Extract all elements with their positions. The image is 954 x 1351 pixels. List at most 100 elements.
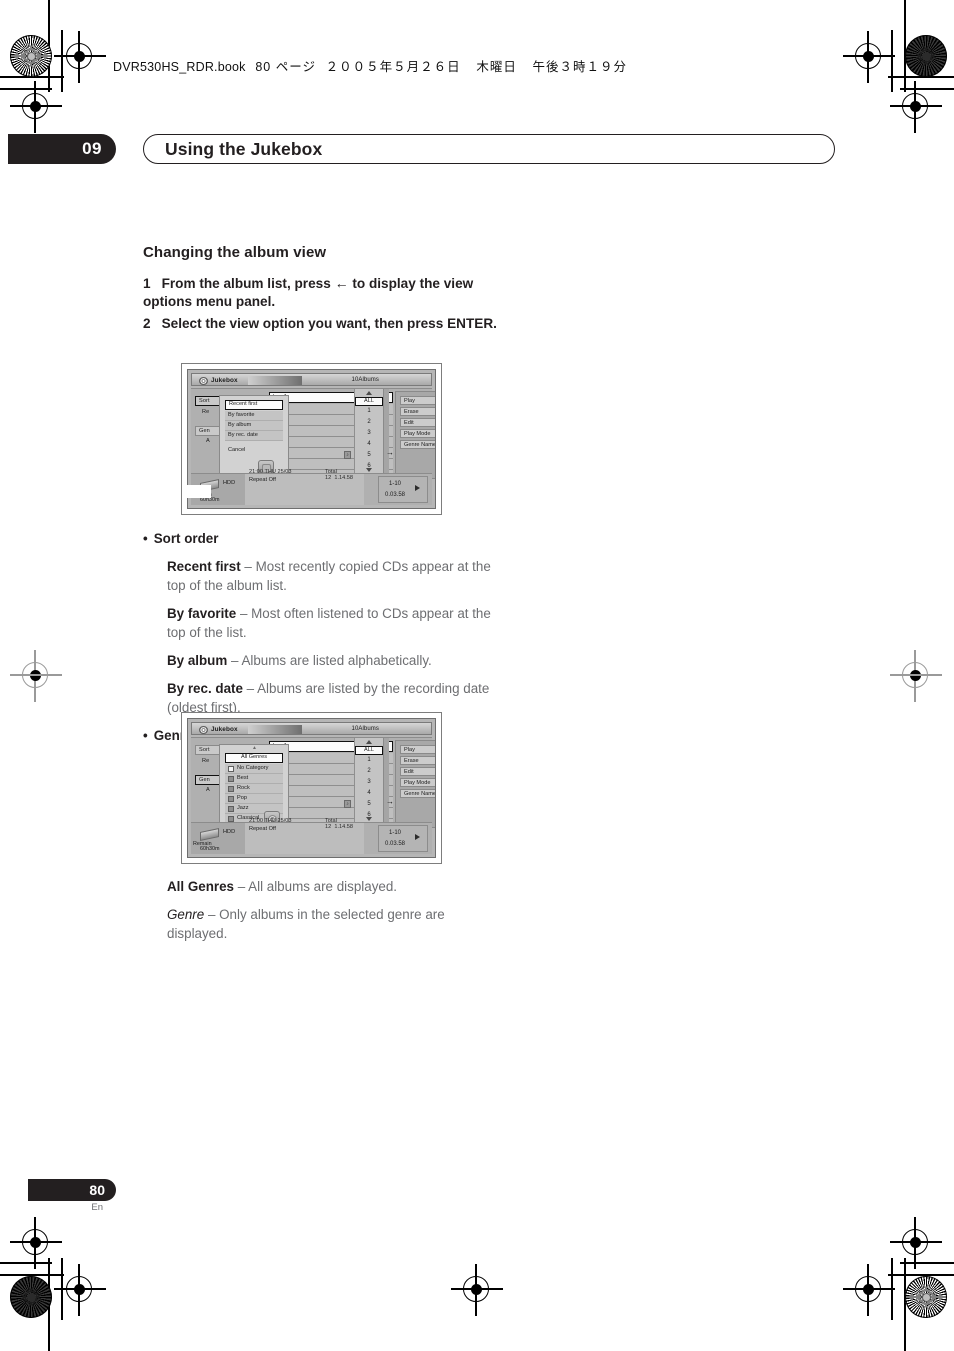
genre-label-no-category: No Category	[237, 765, 269, 771]
scroll-down-caret-icon-2[interactable]	[365, 817, 372, 821]
osd-left-label-sort[interactable]: Sort	[195, 396, 220, 406]
registration-target-tr-lower	[890, 81, 942, 133]
album-number[interactable]: 2	[355, 419, 383, 425]
option-play-mode[interactable]: Play Mode	[400, 429, 435, 438]
option-erase-2[interactable]: Erase	[400, 756, 435, 765]
album-number[interactable]: 2	[355, 768, 383, 774]
option-play-2[interactable]: Play	[400, 745, 435, 754]
section-heading: Changing the album view	[143, 244, 327, 261]
option-erase[interactable]: Erase	[400, 407, 435, 416]
starburst-mark-bottom-left	[10, 1276, 52, 1318]
running-head-page-ref: 80 ページ	[255, 60, 316, 74]
genre-menu-item-no-category[interactable]: No Category	[225, 764, 283, 774]
osd-repeat-status-2: Repeat Off	[249, 826, 276, 832]
osd-clock-2: 21:00 THU 25/03	[249, 818, 292, 824]
osd-title-label-1: Jukebox	[211, 376, 238, 384]
sort-menu-item-cancel[interactable]: Cancel	[225, 446, 283, 456]
genre-label-best: Best	[237, 775, 249, 781]
bullet-dot-icon-2: •	[143, 727, 148, 743]
step-1-number: 1	[143, 276, 151, 291]
page-number-badge: 80	[28, 1179, 116, 1201]
scroll-up-caret-icon-2[interactable]	[365, 740, 372, 744]
step-1: 1 From the album list, press ← to display…	[143, 274, 503, 312]
sort-menu-item-by-favorite[interactable]: By favorite	[225, 411, 283, 421]
album-number[interactable]: 3	[355, 430, 383, 436]
album-number-strip-2: ALL 1 2 3 4 5 6 7	[354, 738, 384, 829]
osd-status-bar-2: HDD Remain 60h30m 21:00 THU 25/03 Total …	[191, 818, 432, 854]
album-number-all-2[interactable]: ALL	[355, 746, 383, 755]
osd-left-label-all-2: A	[206, 787, 210, 793]
genre-swatch-pop	[228, 796, 234, 802]
osd-body-2: bum1 bum2 bum3 bum4 bum5 bum6 bum7 bum8 …	[191, 737, 435, 830]
registration-target-tl-lower	[10, 81, 62, 133]
osd-total-label-2: Total 12 1.14.58	[325, 818, 354, 830]
hdd-remain-value-2: 60h30m	[200, 846, 220, 852]
osd-track-indicator-2: 1-10 0.03.58	[378, 825, 428, 852]
osd-left-label-genre[interactable]: Gen	[195, 426, 220, 436]
term-genre: Genre	[167, 907, 205, 923]
album-number[interactable]: 4	[355, 441, 383, 447]
genre-label-jazz: Jazz	[237, 805, 249, 811]
osd-left-label-all: A	[206, 438, 210, 444]
list-scrollbar-1[interactable]	[383, 389, 389, 475]
osd-elapsed-time-2: 0.03.58	[385, 841, 406, 847]
list-scrollbar-2[interactable]	[383, 738, 389, 824]
sort-menu-item-by-rec-date[interactable]: By rec. date	[225, 431, 283, 441]
running-head-weekday: 木曜日	[476, 60, 517, 74]
album-number[interactable]: 4	[355, 790, 383, 796]
right-arrow-icon-2: →	[386, 797, 394, 806]
album-number[interactable]: 1	[355, 408, 383, 414]
step-1-text-a: From the album list, press	[161, 276, 331, 291]
scroll-up-caret-icon[interactable]	[365, 391, 372, 395]
osd-options-panel-2: Play Erase Edit Play Mode Genre Name	[395, 740, 435, 828]
genre-menu-item-pop[interactable]: Pop	[225, 794, 283, 804]
sort-order-def-by-album: By album – Albums are listed alphabetica…	[143, 651, 503, 670]
term-by-album: By album	[167, 652, 228, 668]
registration-target-bl-upper	[10, 1217, 62, 1269]
crop-mark-br-h	[900, 1262, 954, 1264]
album-number[interactable]: 1	[355, 757, 383, 763]
genre-menu-item-rock[interactable]: Rock	[225, 784, 283, 794]
genre-dash-0: –	[237, 879, 246, 894]
option-play[interactable]: Play	[400, 396, 435, 405]
osd-repeat-status: Repeat Off	[249, 477, 276, 483]
album-number-all[interactable]: ALL	[355, 397, 383, 406]
genre-scroll-up-caret-icon[interactable]: ▲	[252, 746, 257, 751]
album-number[interactable]: 5	[355, 801, 383, 807]
starburst-mark-top-left	[10, 35, 52, 77]
osd-clock: 21:00 THU 25/03	[249, 469, 292, 475]
option-genre-name[interactable]: Genre Name	[400, 440, 435, 449]
step-1-text: 1 From the album list, press ← to display…	[143, 274, 503, 312]
osd-left-label-genre-2[interactable]: Gen	[195, 775, 220, 785]
option-play-mode-2[interactable]: Play Mode	[400, 778, 435, 787]
osd-left-label-recent-2: Re	[202, 758, 210, 764]
option-edit-2[interactable]: Edit	[400, 767, 435, 776]
genre-label-rock: Rock	[237, 785, 250, 791]
genre-swatch-no-category	[228, 766, 234, 772]
option-edit[interactable]: Edit	[400, 418, 435, 427]
sort-menu-item-recent-first[interactable]: Recent first	[225, 400, 283, 410]
running-head-time: 午後３時１９分	[532, 60, 628, 74]
sort-menu-item-by-album[interactable]: By album	[225, 421, 283, 431]
osd-title-label-2: Jukebox	[211, 725, 238, 733]
registration-target-top-right	[843, 31, 895, 83]
osd-left-label-sort-2[interactable]: Sort	[195, 745, 220, 755]
jukebox-disc-icon-2	[199, 725, 208, 734]
sort-order-def-by-favorite: By favorite – Most often listened to CDs…	[143, 604, 503, 642]
album-number-strip-1: ALL 1 2 3 4 5 6 7	[354, 389, 384, 480]
registration-target-bottom-left	[54, 1264, 106, 1316]
genre-menu-item-all-genres[interactable]: All Genres	[225, 753, 283, 763]
scroll-down-caret-icon[interactable]	[365, 468, 372, 472]
sort-order-bullet-label: Sort order	[153, 531, 219, 546]
genre-menu-item-best[interactable]: Best	[225, 774, 283, 784]
registration-target-mid-right	[890, 650, 942, 702]
album-number[interactable]: 5	[355, 452, 383, 458]
genre-block: All Genres – All albums are displayed. G…	[143, 877, 503, 952]
now-playing-speaker-icon: ♪	[344, 451, 351, 459]
running-head: DVR530HS_RDR.book 80 ページ ２００５年５月２６日 木曜日 …	[113, 56, 627, 75]
right-arrow-icon-1: →	[386, 448, 394, 457]
step-2: 2 Select the view option you want, then p…	[143, 315, 503, 333]
genre-swatch-jazz	[228, 806, 234, 812]
album-number[interactable]: 3	[355, 779, 383, 785]
option-genre-name-2[interactable]: Genre Name	[400, 789, 435, 798]
